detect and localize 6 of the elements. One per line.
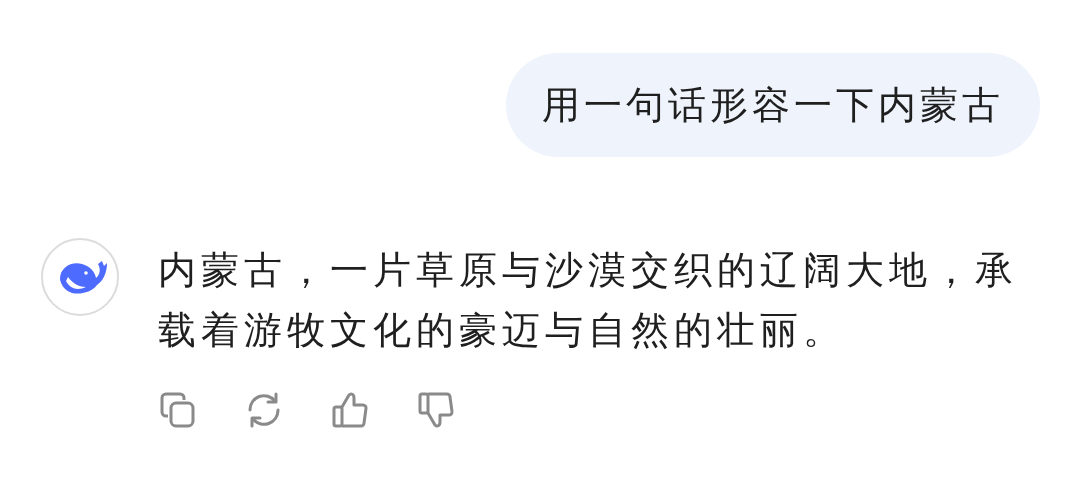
assistant-reply-text: 内蒙古，一片草原与沙漠交织的辽阔大地，承载着游牧文化的豪迈与自然的壮丽。 bbox=[158, 247, 1019, 354]
copy-icon[interactable] bbox=[158, 390, 198, 430]
thumbs-up-icon[interactable] bbox=[330, 390, 370, 430]
user-message-bubble: 用一句话形容一下内蒙古 bbox=[506, 53, 1040, 157]
thumbs-down-icon[interactable] bbox=[416, 390, 456, 430]
whale-avatar-icon bbox=[40, 237, 120, 317]
